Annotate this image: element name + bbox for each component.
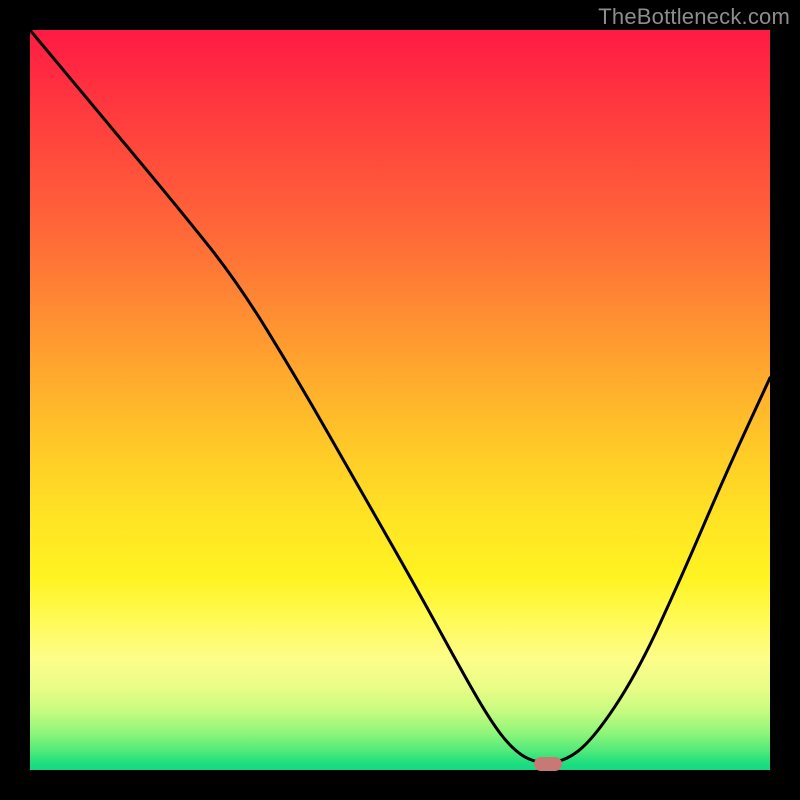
watermark-text: TheBottleneck.com	[598, 4, 790, 30]
chart-frame: TheBottleneck.com	[0, 0, 800, 800]
sweet-spot-marker	[534, 757, 562, 771]
plot-area	[30, 30, 770, 770]
curve-layer	[30, 30, 770, 770]
bottleneck-curve	[30, 30, 770, 763]
